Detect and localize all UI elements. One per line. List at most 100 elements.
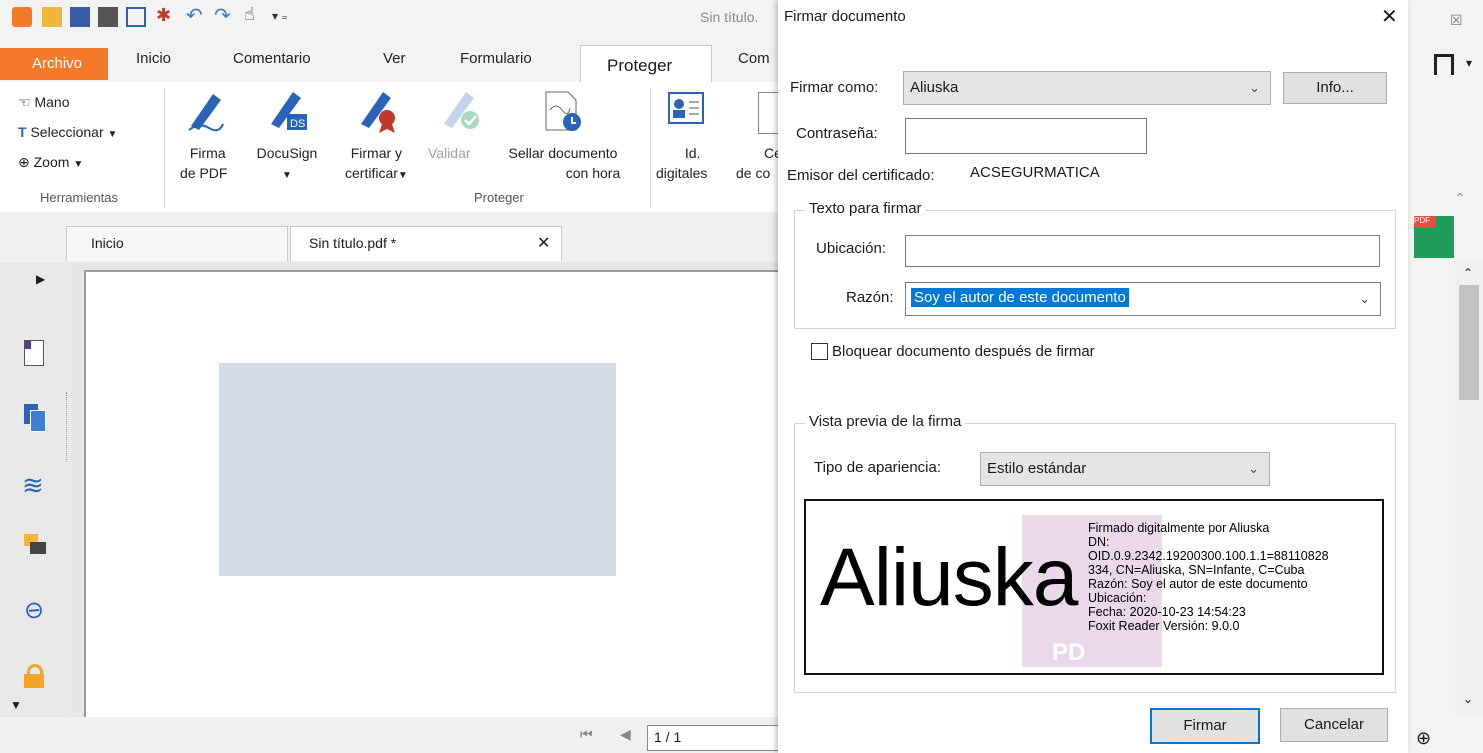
sign-as-label: Firmar como: xyxy=(790,79,879,96)
group-separator xyxy=(164,88,165,208)
chevron-down-icon: ▼ xyxy=(107,129,118,140)
hand-tool-button[interactable]: ☜ Mano xyxy=(18,92,69,112)
appearance-type-select[interactable]: Estilo estándar ⌄ xyxy=(980,452,1270,486)
id-card-icon xyxy=(668,92,704,124)
scroll-down-icon[interactable]: ▼ xyxy=(10,698,22,712)
scroll-down-icon[interactable]: ⌄ xyxy=(1463,692,1473,706)
docusign-icon: DS xyxy=(271,92,307,130)
page-number-input[interactable]: 1 / 1 xyxy=(647,725,779,751)
security-lock-icon[interactable] xyxy=(24,664,44,688)
signature-field-placeholder[interactable] xyxy=(219,363,616,576)
docusign-label: DocuSign ▼ xyxy=(256,145,318,181)
comments-icon[interactable] xyxy=(24,534,46,558)
scroll-up-icon[interactable]: ⌃ xyxy=(1463,266,1473,280)
preview-signer-name: Aliuska xyxy=(820,532,1078,623)
text-to-sign-title: Texto para firmar xyxy=(805,200,926,217)
tab-inicio[interactable]: Inicio xyxy=(136,50,171,67)
group-label-herramientas: Herramientas xyxy=(40,190,119,205)
validate-icon xyxy=(444,92,479,129)
open-folder-icon[interactable] xyxy=(42,7,62,27)
docusign-button[interactable]: DS xyxy=(265,88,315,138)
appearance-type-label: Tipo de apariencia: xyxy=(814,459,942,476)
window-title: Sin título. xyxy=(700,9,759,25)
account-icon[interactable] xyxy=(1434,54,1454,75)
preview-line: 334, CN=Aliuska, SN=Infante, C=Cuba xyxy=(1088,563,1305,577)
doc-tab-inicio[interactable]: Inicio xyxy=(66,226,288,261)
info-button[interactable]: Info... xyxy=(1283,72,1387,104)
preview-line: Firmado digitalmente por Aliuska xyxy=(1088,521,1270,535)
scrollbar-thumb[interactable] xyxy=(1459,285,1479,400)
doc-tab-current[interactable]: Sin título.pdf * ✕ xyxy=(290,226,562,261)
chevron-down-icon: ⌄ xyxy=(1249,80,1260,95)
zoom-tool-button[interactable]: ⊕ Zoom ▼ xyxy=(18,152,83,175)
select-tool-button[interactable]: T Seleccionar ▼ xyxy=(18,122,117,145)
tab-formulario[interactable]: Formulario xyxy=(460,50,532,67)
timestamp-label: Sellar documento con hora xyxy=(508,145,621,181)
sign-as-select[interactable]: Aliuska ⌄ xyxy=(903,71,1271,105)
first-page-icon[interactable]: ⏮ xyxy=(580,726,593,743)
close-tab-icon[interactable]: ✕ xyxy=(537,233,550,253)
quick-access-toolbar: ✱ ↶ ↷ ☝ ▾ ₌ xyxy=(0,0,780,34)
page-thumbnails-icon[interactable] xyxy=(24,340,44,366)
signature-preview-title: Vista previa de la firma xyxy=(805,413,966,430)
previous-page-icon[interactable]: ◀ xyxy=(620,726,631,743)
app-logo-icon xyxy=(12,7,32,27)
timestamp-icon xyxy=(545,91,581,131)
password-label: Contraseña: xyxy=(796,125,878,142)
sign-button[interactable]: Firmar xyxy=(1150,708,1260,744)
preview-line: Razón: Soy el autor de este documento xyxy=(1088,577,1308,591)
reason-select[interactable]: Soy el autor de este documento ⌄ xyxy=(905,282,1381,316)
pages-icon[interactable] xyxy=(126,7,146,27)
undo-icon[interactable]: ↶ xyxy=(186,3,206,27)
attachments-icon[interactable]: ⊘ xyxy=(17,593,51,628)
print-icon[interactable] xyxy=(98,7,118,27)
collapse-ribbon-icon[interactable]: ⌃ xyxy=(1454,190,1466,207)
pages-panel-icon[interactable] xyxy=(24,404,46,432)
tab-archivo[interactable]: Archivo xyxy=(0,48,108,80)
layers-icon[interactable]: ≋ xyxy=(22,470,44,501)
pdf-promo-icon[interactable]: PDF xyxy=(1414,216,1454,258)
zoom-icon: ⊕ xyxy=(18,154,30,170)
text-select-icon: T xyxy=(18,124,27,140)
preview-line: OID.0.9.2342.19200300.100.1.1=88110828 xyxy=(1088,549,1329,563)
zoom-in-icon[interactable]: ⊕ xyxy=(1416,728,1431,749)
pdf-sign-label: Firma de PDF xyxy=(180,145,228,181)
signature-preview: PD Aliuska Firmado digitalmente por Aliu… xyxy=(804,499,1384,675)
timestamp-button[interactable] xyxy=(540,88,590,138)
digital-ids-button[interactable] xyxy=(668,92,708,132)
sign-certify-button[interactable] xyxy=(355,88,405,138)
appearance-type-value: Estilo estándar xyxy=(987,460,1087,477)
group-separator xyxy=(650,88,651,208)
pen-sign-icon xyxy=(188,94,224,132)
reason-label: Razón: xyxy=(846,289,894,306)
customize-dropdown-icon[interactable]: ▾ ₌ xyxy=(272,9,292,29)
close-icon[interactable]: ✕ xyxy=(1381,4,1398,29)
tab-ver[interactable]: Ver xyxy=(383,50,406,67)
preview-line: DN: xyxy=(1088,535,1110,549)
issuer-value: ACSEGURMATICA xyxy=(970,164,1100,181)
save-icon[interactable] xyxy=(70,7,90,27)
location-label: Ubicación: xyxy=(816,240,887,257)
chevron-down-icon[interactable]: ▾ xyxy=(1466,56,1472,70)
password-field[interactable] xyxy=(905,118,1147,154)
tab-label: Archivo xyxy=(32,55,83,72)
hand-icon: ☜ xyxy=(18,94,31,110)
redo-icon[interactable]: ↷ xyxy=(214,3,234,27)
cancel-button[interactable]: Cancelar xyxy=(1280,708,1388,742)
restore-icon[interactable]: ☒ xyxy=(1450,12,1463,29)
tab-comparar[interactable]: Com xyxy=(738,50,770,67)
new-doc-icon[interactable]: ✱ xyxy=(156,5,176,25)
lock-after-sign-checkbox[interactable] xyxy=(811,343,828,360)
tab-comentario[interactable]: Comentario xyxy=(233,50,311,67)
validate-label: Validar xyxy=(428,145,471,161)
hand-tool-icon[interactable]: ☝ xyxy=(244,4,264,24)
validate-button[interactable] xyxy=(438,88,488,138)
hand-label: Mano xyxy=(34,94,70,110)
sign-certify-label: Firmar y certificar▼ xyxy=(345,145,408,181)
reason-value: Soy el autor de este documento xyxy=(911,288,1129,307)
location-field[interactable] xyxy=(905,235,1380,267)
tab-proteger[interactable]: Proteger xyxy=(580,45,712,86)
expand-pane-icon[interactable]: ▶ xyxy=(36,272,45,286)
chevron-down-icon: ▼ xyxy=(282,170,292,181)
lock-after-sign-label: Bloquear documento después de firmar xyxy=(832,343,1095,360)
